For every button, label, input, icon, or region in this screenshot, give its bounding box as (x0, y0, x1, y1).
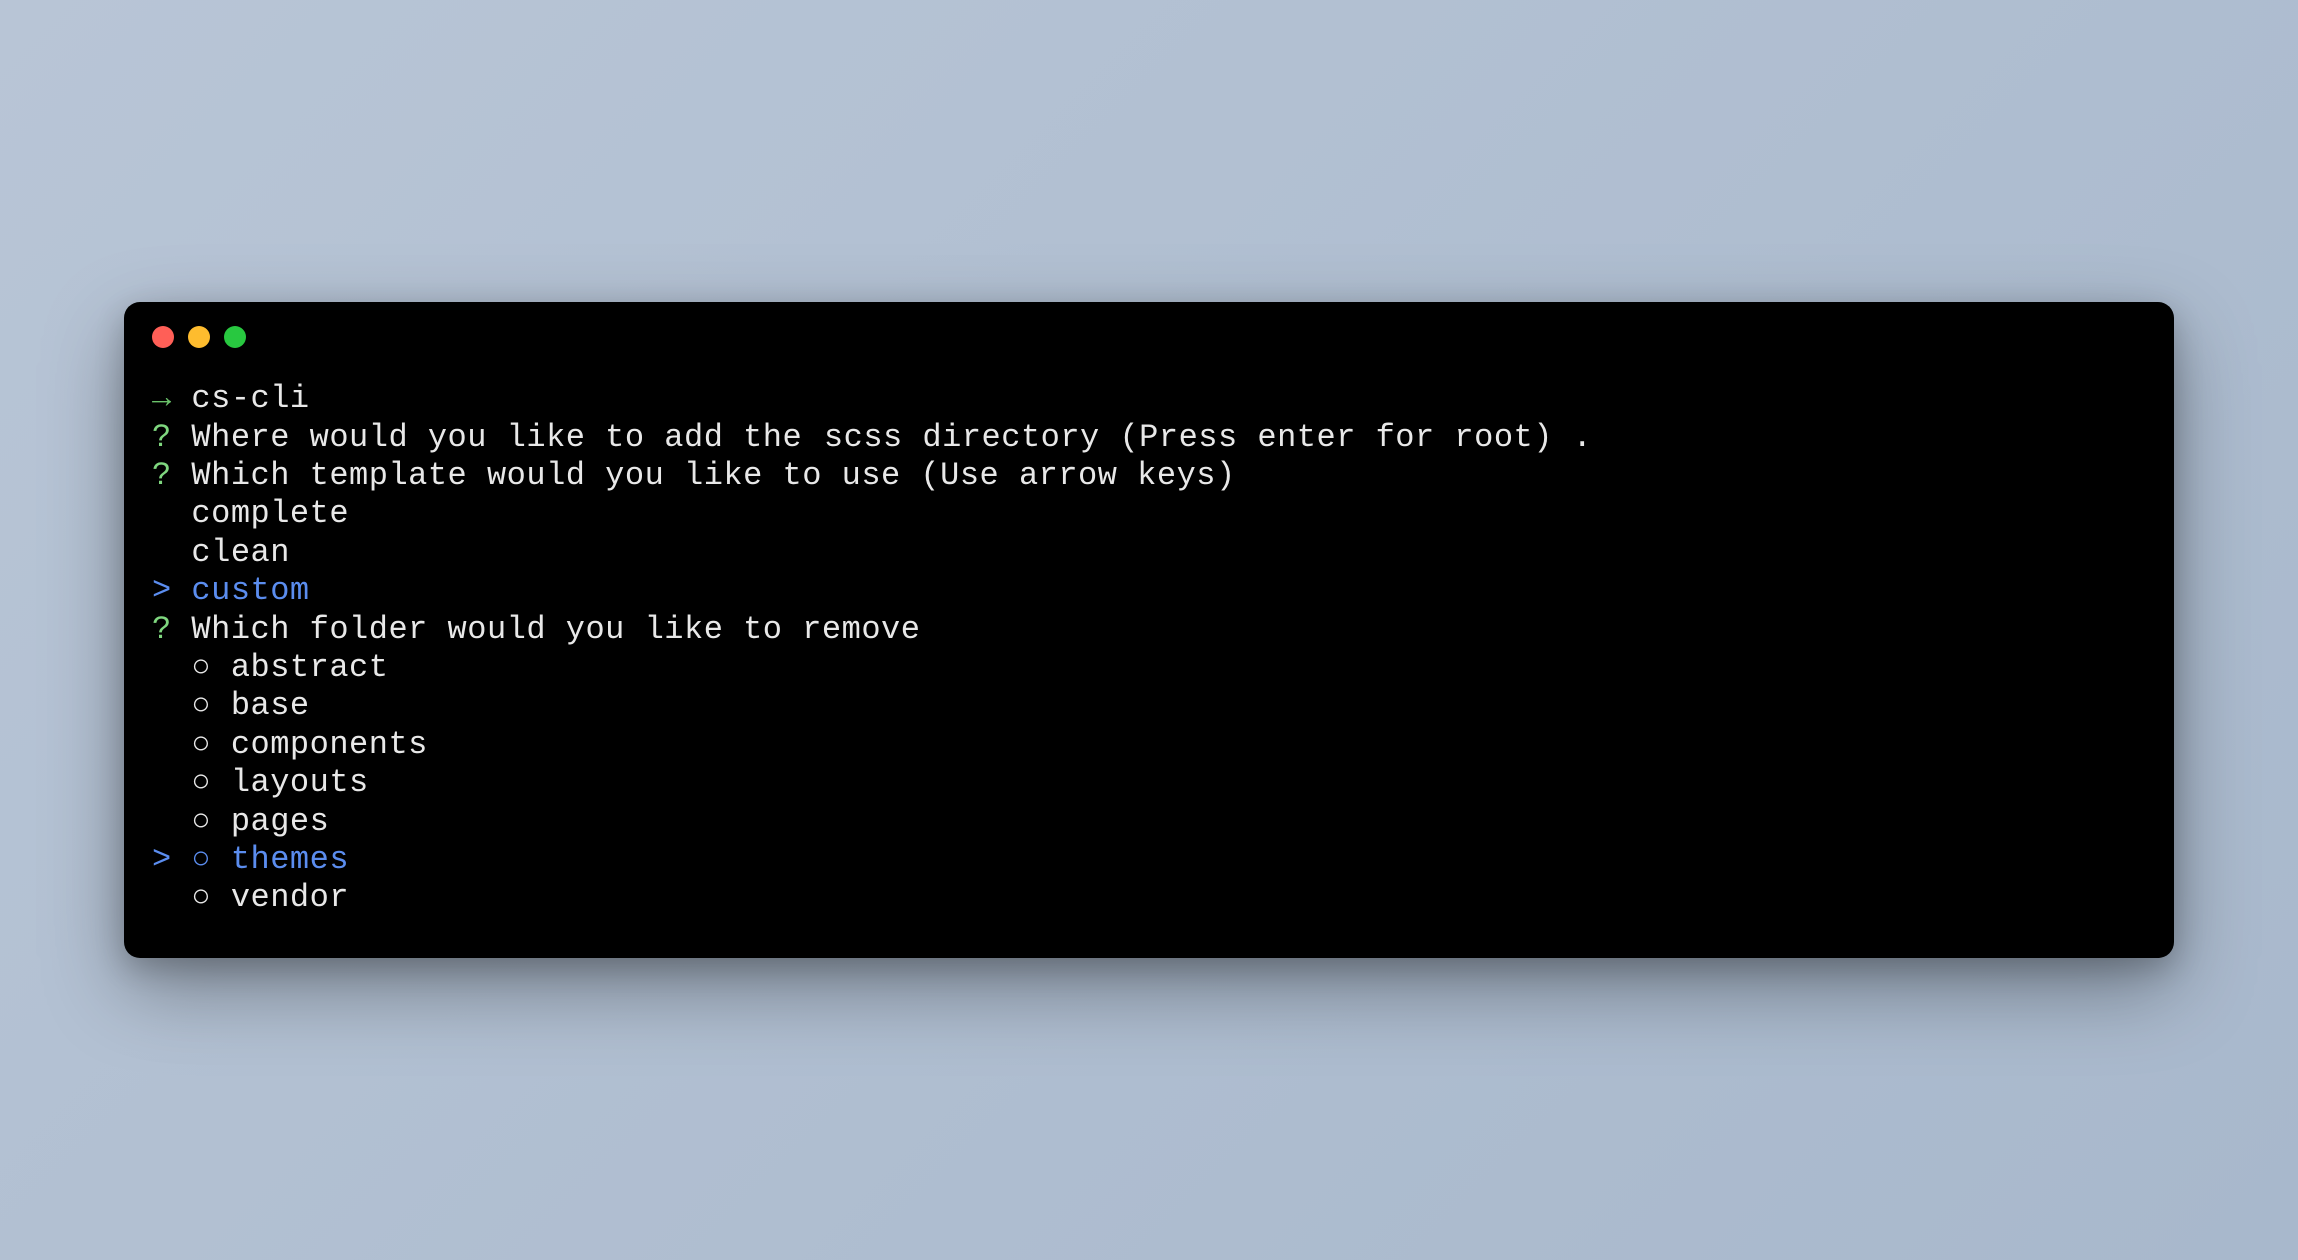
radio-icon: ○ (191, 687, 211, 724)
selector-icon: > (152, 841, 172, 878)
question-mark-icon: ? (152, 457, 172, 494)
option-label: custom (191, 572, 309, 609)
terminal-window: → cs-cli? Where would you like to add th… (124, 302, 2174, 957)
question-text: Which template would you like to use (191, 457, 920, 494)
question-line-3: ? Which folder would you like to remove (152, 611, 2146, 649)
option-label: clean (191, 534, 290, 571)
radio-icon: ○ (191, 726, 211, 763)
question-text-after: scss directory (824, 419, 1100, 456)
template-option[interactable]: clean (152, 534, 2146, 572)
prompt-line: → cs-cli (152, 380, 2146, 418)
answer-text: . (1573, 419, 1593, 456)
selector-icon: > (152, 572, 172, 609)
option-label: complete (191, 495, 349, 532)
radio-icon: ○ (191, 649, 211, 686)
radio-icon: ○ (191, 879, 211, 916)
hint-text: (Press enter for root) (1100, 419, 1573, 456)
question-mark-icon: ? (152, 419, 172, 456)
option-label: layouts (231, 764, 369, 801)
question-text: Which folder would you like to remove (191, 611, 920, 648)
template-option-selected[interactable]: > custom (152, 572, 2146, 610)
hint-text: (Use arrow keys) (920, 457, 1235, 494)
option-label: abstract (231, 649, 389, 686)
folder-option[interactable]: ○ base (152, 687, 2146, 725)
radio-icon: ○ (191, 803, 211, 840)
prompt-arrow-icon: → (152, 380, 172, 417)
question-line-1: ? Where would you like to add the scss d… (152, 419, 2146, 457)
terminal-content[interactable]: → cs-cli? Where would you like to add th… (124, 360, 2174, 957)
option-label: pages (231, 803, 330, 840)
question-mark-icon: ? (152, 611, 172, 648)
folder-option[interactable]: ○ pages (152, 803, 2146, 841)
question-text: Where would you like to add the (191, 419, 822, 456)
option-label: base (231, 687, 310, 724)
titlebar (124, 302, 2174, 360)
question-line-2: ? Which template would you like to use (… (152, 457, 2146, 495)
maximize-button[interactable] (224, 326, 246, 348)
close-button[interactable] (152, 326, 174, 348)
option-label: themes (231, 841, 349, 878)
folder-option-selected[interactable]: > ○ themes (152, 841, 2146, 879)
minimize-button[interactable] (188, 326, 210, 348)
folder-option[interactable]: ○ layouts (152, 764, 2146, 802)
folder-option[interactable]: ○ abstract (152, 649, 2146, 687)
option-label: vendor (231, 879, 349, 916)
option-label: components (231, 726, 428, 763)
radio-icon: ○ (191, 841, 211, 878)
radio-icon: ○ (191, 764, 211, 801)
folder-option[interactable]: ○ vendor (152, 879, 2146, 917)
folder-option[interactable]: ○ components (152, 726, 2146, 764)
command-text: cs-cli (191, 380, 309, 417)
template-option[interactable]: complete (152, 495, 2146, 533)
